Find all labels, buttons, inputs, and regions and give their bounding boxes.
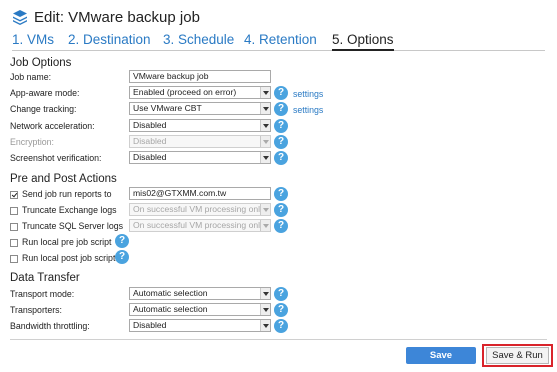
truncate-sql-select: On successful VM processing only xyxy=(129,219,271,232)
truncate-exchange-checkbox[interactable] xyxy=(10,207,18,215)
encryption-select: Disabled xyxy=(129,135,271,148)
run-pre-script-row: Run local pre job script xyxy=(10,236,120,250)
chevron-down-icon xyxy=(260,204,270,215)
truncate-sql-label: Truncate SQL Server logs xyxy=(22,221,124,231)
app-aware-settings-link[interactable]: settings xyxy=(293,89,323,99)
chevron-down-icon xyxy=(260,320,270,331)
change-tracking-value: Use VMware CBT xyxy=(133,103,202,113)
truncate-exchange-value: On successful VM processing only xyxy=(133,204,265,214)
run-post-script-checkbox[interactable] xyxy=(10,255,18,263)
help-icon[interactable]: ? xyxy=(274,135,288,149)
encryption-value: Disabled xyxy=(133,136,167,146)
app-aware-label: App-aware mode: xyxy=(10,88,80,98)
app-aware-value: Enabled (proceed on error) xyxy=(133,87,237,97)
run-post-script-row: Run local post job script xyxy=(10,252,120,266)
help-icon[interactable]: ? xyxy=(274,203,288,217)
transporters-select[interactable]: Automatic selection xyxy=(129,303,271,316)
help-icon[interactable]: ? xyxy=(115,250,129,264)
section-data-transfer: Data Transfer xyxy=(10,272,80,284)
chevron-down-icon xyxy=(260,136,270,147)
help-icon[interactable]: ? xyxy=(274,119,288,133)
chevron-down-icon xyxy=(260,220,270,231)
truncate-sql-checkbox[interactable] xyxy=(10,223,18,231)
run-pre-script-checkbox[interactable] xyxy=(10,239,18,247)
chevron-down-icon xyxy=(260,152,270,163)
job-name-input[interactable]: VMware backup job xyxy=(129,70,271,83)
transport-mode-label: Transport mode: xyxy=(10,289,75,299)
save-and-run-highlight: Save & Run xyxy=(482,344,553,367)
truncate-exchange-row: Truncate Exchange logs xyxy=(10,204,130,218)
help-icon[interactable]: ? xyxy=(274,102,288,116)
run-pre-script-label: Run local pre job script xyxy=(22,237,112,247)
bandwidth-label: Bandwidth throttling: xyxy=(10,321,90,331)
dialog-header: Edit: VMware backup job xyxy=(12,6,200,28)
network-acceleration-label: Network acceleration: xyxy=(10,121,95,131)
network-acceleration-value: Disabled xyxy=(133,120,167,130)
send-reports-row: Send job run reports to xyxy=(10,188,130,202)
change-tracking-settings-link[interactable]: settings xyxy=(293,105,323,115)
app-aware-select[interactable]: Enabled (proceed on error) xyxy=(129,86,271,99)
change-tracking-label: Change tracking: xyxy=(10,104,77,114)
encryption-label: Encryption: xyxy=(10,137,55,147)
tab-retention[interactable]: 4. Retention xyxy=(244,31,317,48)
screenshot-verification-label: Screenshot verification: xyxy=(10,153,102,163)
screenshot-verification-value: Disabled xyxy=(133,152,167,162)
help-icon[interactable]: ? xyxy=(274,319,288,333)
job-name-label: Job name: xyxy=(10,72,52,82)
tab-vms[interactable]: 1. VMs xyxy=(12,31,54,48)
help-icon[interactable]: ? xyxy=(274,287,288,301)
stack-layers-icon xyxy=(13,10,27,25)
truncate-exchange-label: Truncate Exchange logs xyxy=(22,205,117,215)
screenshot-verification-select[interactable]: Disabled xyxy=(129,151,271,164)
save-and-run-button[interactable]: Save & Run xyxy=(486,347,549,364)
truncate-sql-value: On successful VM processing only xyxy=(133,220,265,230)
help-icon[interactable]: ? xyxy=(115,234,129,248)
transport-mode-select[interactable]: Automatic selection xyxy=(129,287,271,300)
bandwidth-select[interactable]: Disabled xyxy=(129,319,271,332)
section-job-options: Job Options xyxy=(10,57,72,69)
help-icon[interactable]: ? xyxy=(274,303,288,317)
transport-mode-value: Automatic selection xyxy=(133,288,208,298)
help-icon[interactable]: ? xyxy=(274,151,288,165)
chevron-down-icon xyxy=(260,103,270,114)
tab-schedule[interactable]: 3. Schedule xyxy=(163,31,234,48)
send-reports-label: Send job run reports to xyxy=(22,189,112,199)
truncate-sql-row: Truncate SQL Server logs xyxy=(10,220,130,234)
report-email-input[interactable]: mis02@GTXMM.com.tw xyxy=(129,187,271,200)
help-icon[interactable]: ? xyxy=(274,187,288,201)
wizard-tabs: 1. VMs 2. Destination 3. Schedule 4. Ret… xyxy=(12,31,545,51)
chevron-down-icon xyxy=(260,87,270,98)
save-button[interactable]: Save xyxy=(406,347,476,364)
bandwidth-value: Disabled xyxy=(133,320,167,330)
send-reports-checkbox[interactable] xyxy=(10,191,18,199)
help-icon[interactable]: ? xyxy=(274,86,288,100)
network-acceleration-select[interactable]: Disabled xyxy=(129,119,271,132)
change-tracking-select[interactable]: Use VMware CBT xyxy=(129,102,271,115)
dialog-title: Edit: VMware backup job xyxy=(34,8,200,26)
chevron-down-icon xyxy=(260,288,270,299)
tab-options[interactable]: 5. Options xyxy=(332,31,394,51)
section-pre-post-actions: Pre and Post Actions xyxy=(10,173,117,185)
help-icon[interactable]: ? xyxy=(274,219,288,233)
chevron-down-icon xyxy=(260,304,270,315)
run-post-script-label: Run local post job script xyxy=(22,253,116,263)
footer-divider xyxy=(10,339,547,340)
truncate-exchange-select: On successful VM processing only xyxy=(129,203,271,216)
transporters-label: Transporters: xyxy=(10,305,62,315)
chevron-down-icon xyxy=(260,120,270,131)
transporters-value: Automatic selection xyxy=(133,304,208,314)
tab-destination[interactable]: 2. Destination xyxy=(68,31,151,48)
